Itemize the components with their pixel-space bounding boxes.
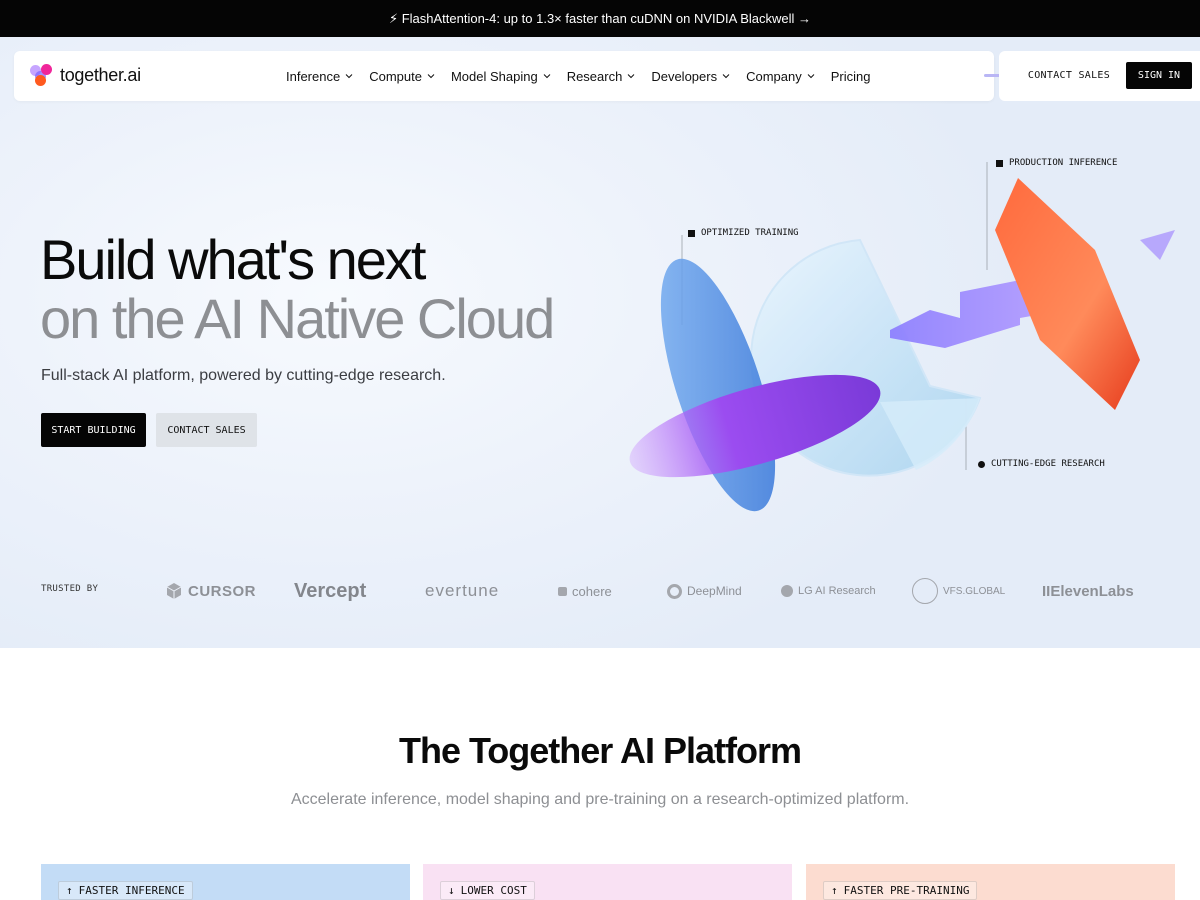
arrow-up-icon: ↑ (831, 884, 838, 897)
nav-item-label: Company (746, 68, 802, 84)
nav-item-company[interactable]: Company (738, 69, 823, 84)
vfs-circle-icon (912, 578, 938, 604)
nav-item-label: Research (566, 68, 623, 84)
deepmind-mark-icon (667, 583, 682, 599)
square-bullet-icon (688, 229, 695, 237)
logo-deepmind: DeepMind (667, 574, 742, 608)
brand-name: IIElevenLabs (1042, 582, 1134, 600)
announcement-link[interactable]: ⚡ FlashAttention-4: up to 1.3× faster th… (389, 11, 811, 27)
brand-name: LG AI Research (798, 585, 876, 597)
brand-name: CURSOR (188, 582, 257, 600)
brand-name: DeepMind (687, 584, 742, 598)
card-faster-pre-training[interactable]: ↑ FASTER PRE-TRAINING (806, 864, 1175, 900)
callout-label: OPTIMIZED TRAINING (701, 228, 799, 238)
nav-item-compute[interactable]: Compute (361, 69, 443, 84)
logo-vercept: Vercept (294, 574, 366, 608)
logo-lg-ai-research: LG AI Research (781, 574, 876, 608)
chevron-down-icon (722, 74, 730, 79)
chevron-down-icon (345, 74, 353, 79)
logo-dot-orange (35, 75, 46, 86)
hero-title-line1: Build what's next (40, 228, 426, 291)
nav-item-pricing[interactable]: Pricing (823, 69, 879, 84)
nav-item-label: Pricing (830, 68, 871, 84)
trusted-by-label: TRUSTED BY (41, 584, 99, 594)
callout-label: CUTTING-EDGE RESEARCH (991, 459, 1105, 469)
arrow-down-icon: ↓ (448, 884, 455, 897)
platform-title: The Together AI Platform (398, 730, 802, 771)
together-logo-icon (30, 63, 54, 87)
card-tag: ↑ FASTER PRE-TRAINING (823, 881, 978, 900)
contact-sales-button[interactable]: CONTACT SALES (156, 413, 257, 447)
chevron-down-icon (627, 74, 635, 79)
lg-mark-icon (781, 585, 793, 597)
platform-subtitle: Accelerate inference, model shaping and … (290, 791, 910, 808)
card-lower-cost[interactable]: ↓ LOWER COST (423, 864, 792, 900)
card-tag-label: LOWER COST (460, 884, 527, 897)
callout-cutting-edge-research: CUTTING-EDGE RESEARCH (978, 459, 1105, 469)
brand-name: VFS.GLOBAL (943, 585, 1006, 597)
callout-production-inference: PRODUCTION INFERENCE (996, 158, 1117, 168)
nav-item-label: Developers (651, 68, 718, 84)
card-tag: ↑ FASTER INFERENCE (58, 881, 193, 900)
cube-icon (166, 583, 182, 599)
chevron-down-icon (807, 74, 815, 79)
nav-contact-sales-button[interactable]: CONTACT SALES (1018, 62, 1120, 89)
nav-item-model-shaping[interactable]: Model Shaping (443, 69, 559, 84)
logo-evertune: evertune (425, 574, 499, 608)
main-nav: together.ai Inference Compute Model Shap… (14, 51, 1008, 101)
nav-item-inference[interactable]: Inference (278, 69, 361, 84)
start-building-button[interactable]: START BUILDING (41, 413, 146, 447)
logo-dot-pink (41, 64, 52, 75)
square-bullet-icon (996, 159, 1003, 167)
chevron-down-icon (427, 74, 435, 79)
logo-elevenlabs: IIElevenLabs (1042, 574, 1134, 608)
sign-in-button[interactable]: SIGN IN (1126, 62, 1192, 89)
card-tag-label: FASTER PRE-TRAINING (843, 884, 970, 897)
callout-label: PRODUCTION INFERENCE (1009, 158, 1118, 168)
chevron-down-icon (543, 74, 551, 79)
hero-illustration: PRODUCTION INFERENCE OPTIMIZED TRAINING … (600, 140, 1200, 540)
logo-cohere: cohere (558, 574, 612, 608)
callout-optimized-training: OPTIMIZED TRAINING (688, 228, 799, 238)
nav-item-developers[interactable]: Developers (643, 69, 738, 84)
customer-logos: CURSOR Vercept evertune cohere DeepMind … (160, 574, 1160, 608)
logo-cursor: CURSOR (165, 574, 256, 608)
nav-item-label: Model Shaping (450, 68, 538, 84)
card-tag: ↓ LOWER COST (440, 881, 535, 900)
brand-name: Vercept (294, 579, 367, 602)
nav-item-label: Inference (286, 68, 341, 84)
nav-item-research[interactable]: Research (559, 69, 644, 84)
logo-vfs-global: VFS.GLOBAL (912, 574, 1005, 608)
brand-name: evertune (425, 581, 500, 600)
card-faster-inference[interactable]: ↑ FASTER INFERENCE (41, 864, 410, 900)
card-tag-label: FASTER INFERENCE (78, 884, 185, 897)
nav-item-label: Compute (369, 68, 422, 84)
logo-text: together.ai (60, 64, 141, 85)
logo[interactable]: together.ai (30, 63, 141, 87)
hero-subtitle: Full-stack AI platform, powered by cutti… (41, 367, 446, 384)
announcement-bar: ⚡ FlashAttention-4: up to 1.3× faster th… (0, 0, 1200, 37)
hero-3d-graphic (629, 162, 1175, 512)
cohere-mark-icon (558, 586, 567, 596)
brand-name: cohere (572, 583, 612, 599)
dot-bullet-icon (978, 460, 985, 468)
nav-menu: Inference Compute Model Shaping Research… (278, 51, 878, 101)
arrow-up-icon: ↑ (66, 884, 73, 897)
hero-title-line2: on the AI Native Cloud (40, 287, 555, 350)
